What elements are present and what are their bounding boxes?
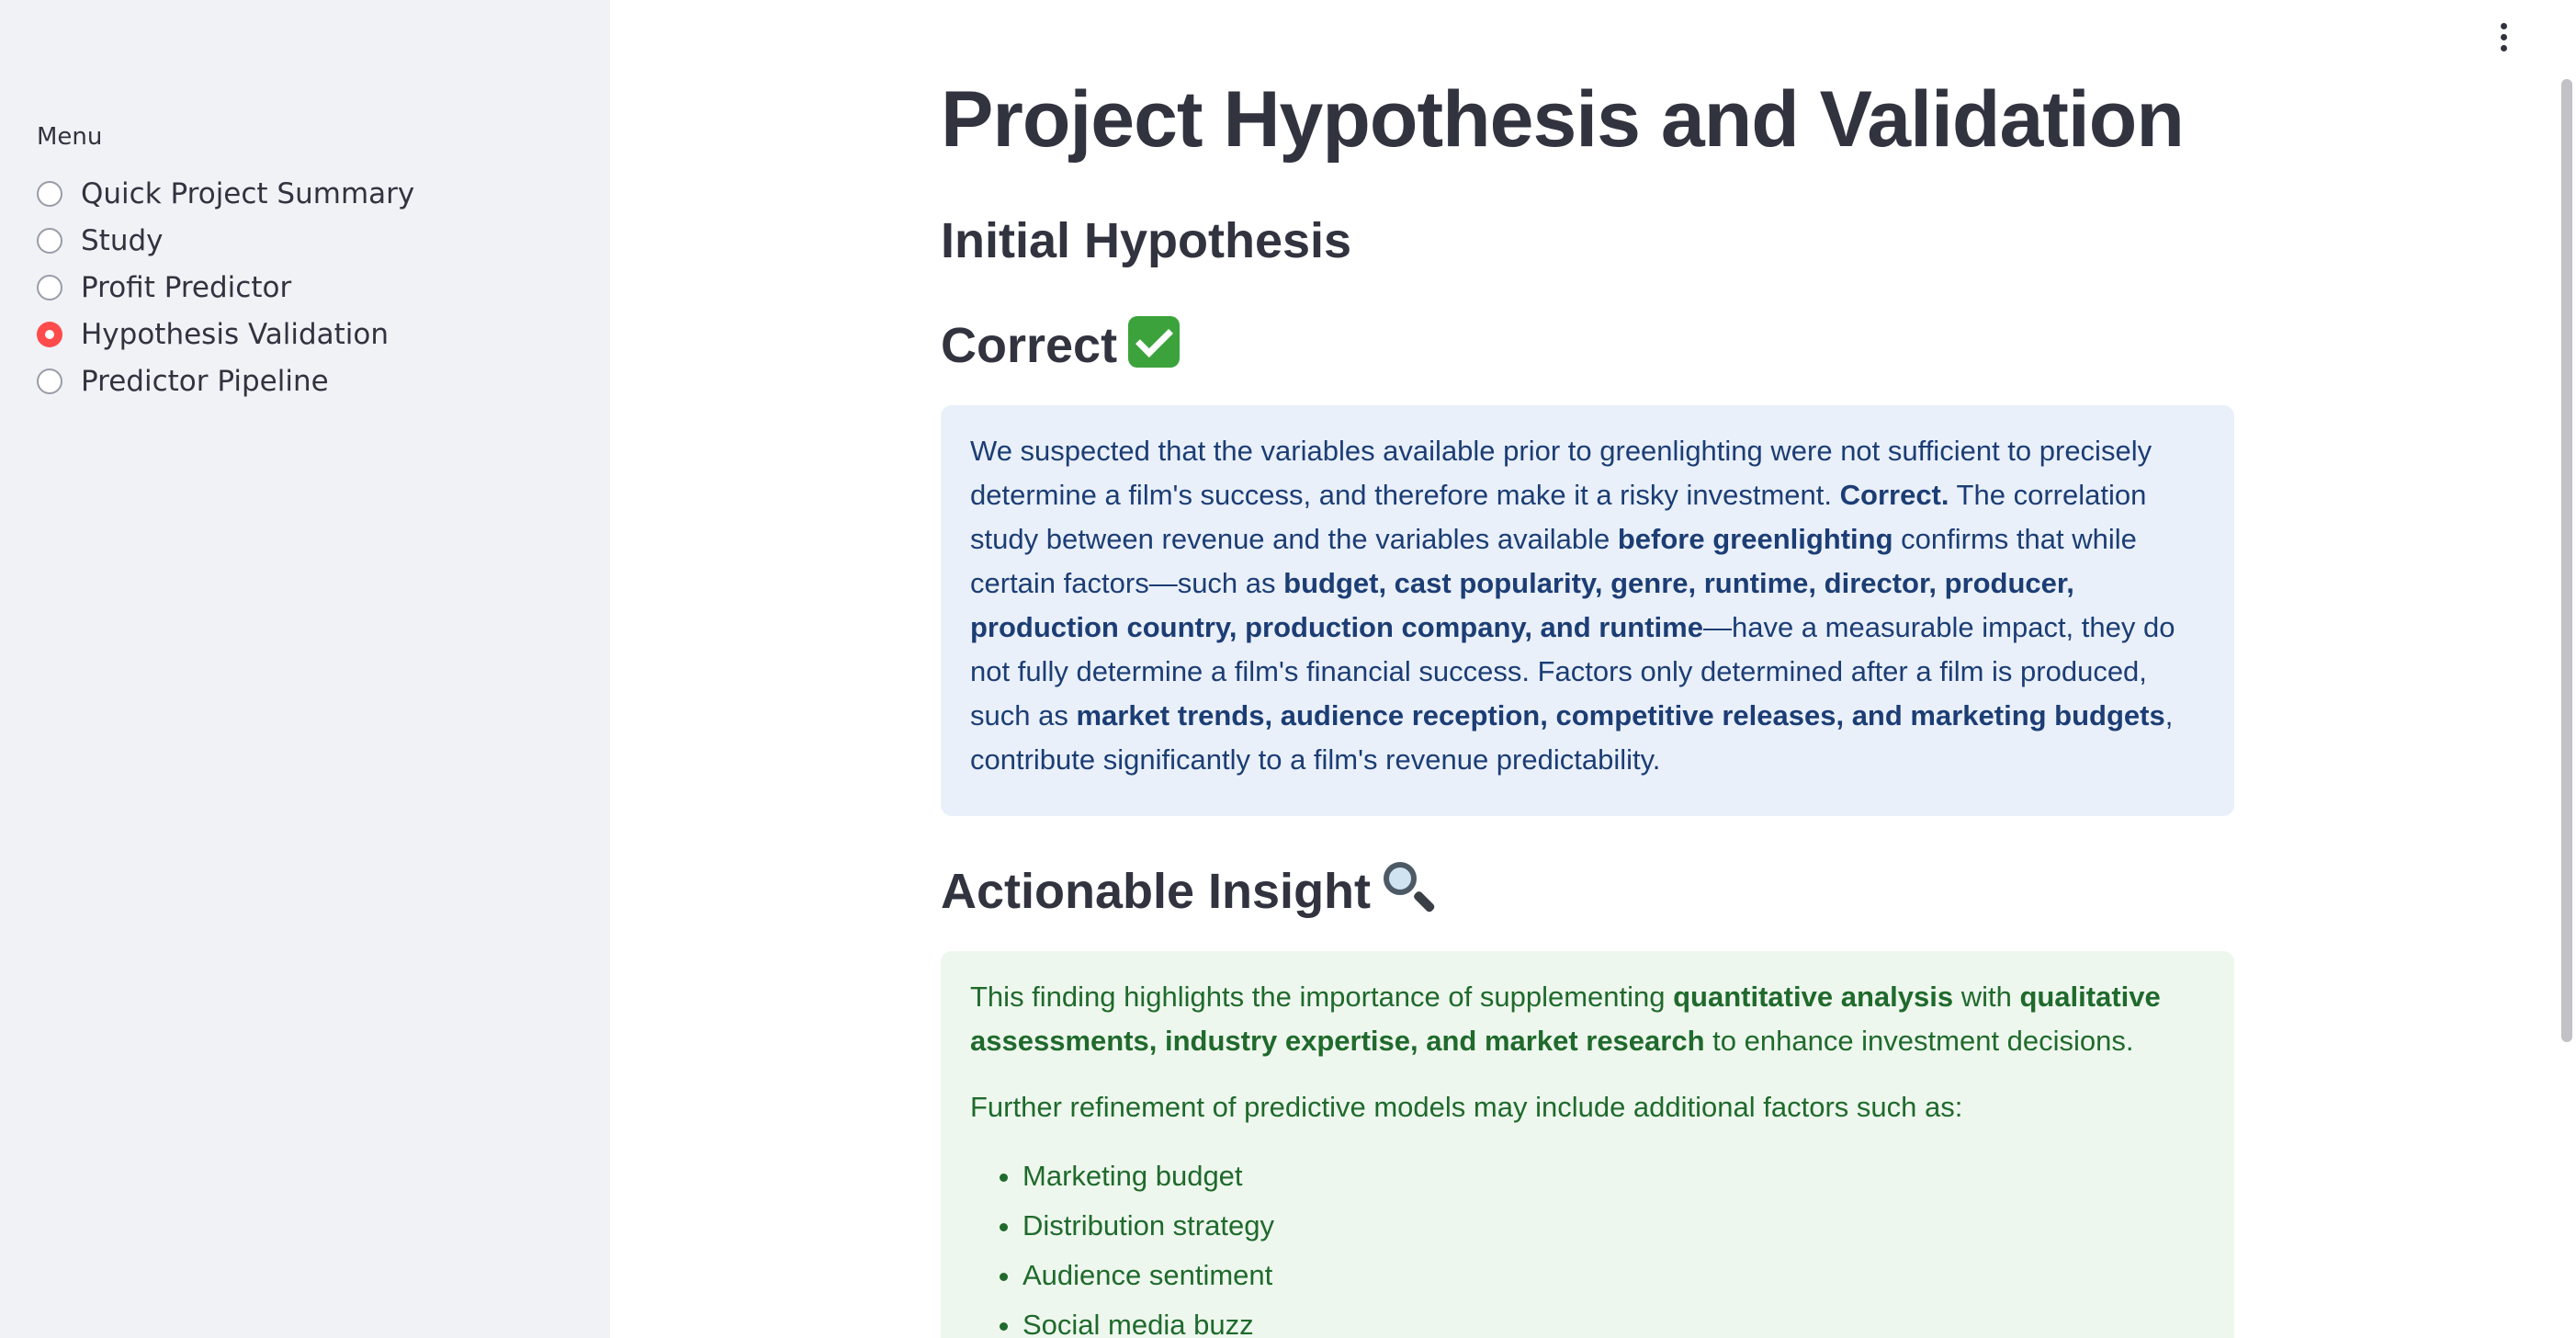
actionable-insight-heading: Actionable Insight [941, 858, 1436, 924]
correct-heading: Correct [941, 312, 1181, 379]
menu-label: Menu [37, 123, 103, 151]
actionable-insight-heading-text: Actionable Insight [941, 864, 1372, 919]
radio-item-quick-project-summary[interactable]: Quick Project Summary [37, 170, 414, 217]
success-text: with [1953, 981, 2020, 1013]
handle-shape [1412, 890, 1436, 913]
radio-button-selected-icon[interactable] [37, 321, 62, 347]
initial-hypothesis-heading: Initial Hypothesis [941, 213, 1352, 268]
lens-shape [1384, 862, 1418, 895]
kebab-dot [2500, 44, 2507, 51]
scrollbar-thumb[interactable] [2561, 79, 2572, 1042]
radio-item-predictor-pipeline[interactable]: Predictor Pipeline [37, 357, 414, 404]
main-menu-kebab-icon[interactable] [2490, 18, 2517, 55]
page-title: Project Hypothesis and Validation [941, 75, 2185, 164]
info-paragraph: We suspected that the variables availabl… [970, 429, 2205, 782]
factors-list: Marketing budget Distribution strategy A… [970, 1151, 2205, 1338]
success-paragraph: This finding highlights the importance o… [970, 975, 2205, 1063]
magnifying-glass-icon [1380, 860, 1436, 913]
info-bold-text: Correct. [1839, 479, 1949, 511]
radio-label: Profit Predictor [81, 270, 292, 304]
success-bold-text: quantitative analysis [1673, 981, 1954, 1013]
check-mark-button-icon [1128, 316, 1181, 368]
radio-item-study[interactable]: Study [37, 217, 414, 264]
success-callout: This finding highlights the importance o… [941, 951, 2234, 1338]
app-root: Menu Quick Project Summary Study Profit … [0, 0, 2576, 1338]
kebab-dot [2500, 33, 2507, 40]
radio-label: Hypothesis Validation [81, 317, 390, 351]
radio-item-hypothesis-validation[interactable]: Hypothesis Validation [37, 311, 414, 357]
radio-item-profit-predictor[interactable]: Profit Predictor [37, 264, 414, 311]
sidebar: Menu Quick Project Summary Study Profit … [0, 0, 610, 1338]
list-item: Marketing budget [1022, 1151, 2205, 1201]
list-item: Distribution strategy [1022, 1201, 2205, 1251]
info-callout: We suspected that the variables availabl… [941, 405, 2234, 816]
navigation-radio-group: Quick Project Summary Study Profit Predi… [37, 170, 414, 404]
radio-button-icon[interactable] [37, 227, 62, 254]
success-paragraph-2: Further refinement of predictive models … [970, 1091, 1963, 1123]
correct-heading-text: Correct [941, 318, 1118, 373]
success-text: This finding highlights the importance o… [970, 981, 1674, 1013]
kebab-dot [2500, 22, 2507, 29]
success-text: to enhance investment decisions. [1704, 1025, 2134, 1057]
info-bold-text: before greenlighting [1617, 523, 1893, 555]
radio-label: Study [81, 223, 164, 257]
list-item: Audience sentiment [1022, 1251, 2205, 1300]
info-bold-text: market trends, audience reception, compe… [1076, 699, 2165, 731]
list-item: Social media buzz [1022, 1300, 2205, 1338]
radio-button-icon[interactable] [37, 368, 62, 394]
radio-button-icon[interactable] [37, 180, 62, 207]
radio-label: Predictor Pipeline [81, 364, 329, 398]
radio-label: Quick Project Summary [81, 176, 415, 210]
radio-button-icon[interactable] [37, 274, 62, 300]
